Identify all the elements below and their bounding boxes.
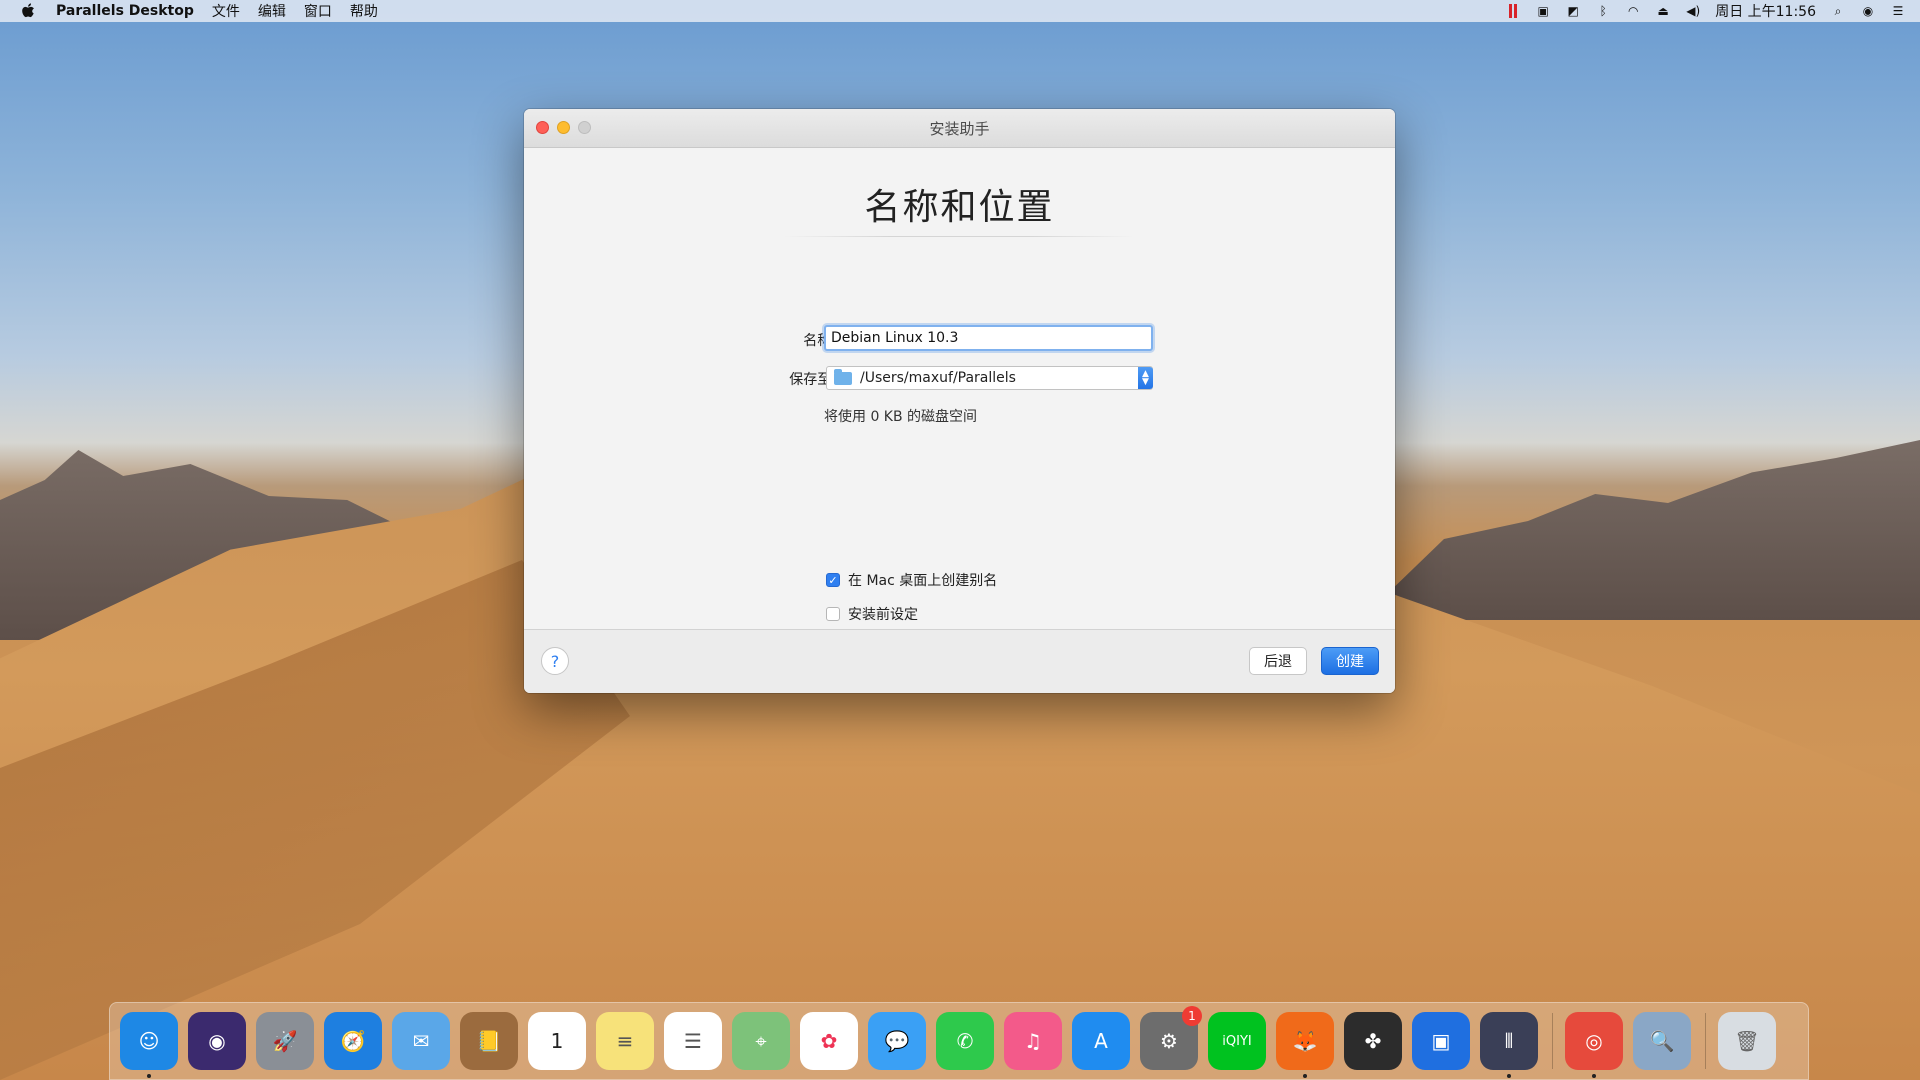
create-alias-option[interactable]: ✓ 在 Mac 桌面上创建别名: [826, 570, 997, 590]
wifi-icon[interactable]: ◠: [1625, 4, 1641, 18]
clover-icon[interactable]: ✤: [1344, 1012, 1402, 1070]
window-titlebar[interactable]: 安装助手: [524, 109, 1395, 148]
menu-help[interactable]: 帮助: [350, 1, 378, 21]
cast-status-icon[interactable]: ▣: [1535, 4, 1551, 18]
preview-icon[interactable]: 🔍: [1633, 1012, 1691, 1070]
page-heading: 名称和位置: [864, 187, 1055, 228]
running-indicator: [147, 1074, 151, 1078]
save-location-select[interactable]: /Users/maxuf/Parallels ▲ ▼: [826, 366, 1153, 390]
notes-icon[interactable]: ≡: [596, 1012, 654, 1070]
vm-name-input[interactable]: [824, 325, 1153, 351]
messages-icon[interactable]: 💬: [868, 1012, 926, 1070]
siri-menu-icon[interactable]: ◉: [1860, 4, 1876, 18]
window-footer: ? 后退 创建: [524, 629, 1395, 693]
save-to-label: 保存至:: [789, 372, 836, 388]
customize-before-install-label[interactable]: 安装前设定: [848, 604, 918, 624]
create-alias-checkbox[interactable]: ✓: [826, 573, 840, 587]
menu-bar: Parallels Desktop 文件 编辑 窗口 帮助 ▣ ◩ ᛒ ◠ ⏏ …: [0, 0, 1920, 22]
customize-before-install-checkbox[interactable]: [826, 607, 840, 621]
dock-separator: [1705, 1013, 1706, 1069]
app-store-icon[interactable]: A: [1072, 1012, 1130, 1070]
calendar-icon[interactable]: 1: [528, 1012, 586, 1070]
itunes-icon[interactable]: ♫: [1004, 1012, 1062, 1070]
disk-usage-text: 将使用 0 KB 的磁盘空间: [824, 409, 978, 425]
menu-file[interactable]: 文件: [212, 1, 240, 21]
heading-divider: [784, 236, 1134, 237]
siri-icon[interactable]: ◉: [188, 1012, 246, 1070]
close-button[interactable]: [536, 121, 549, 134]
reminders-icon[interactable]: ☰: [664, 1012, 722, 1070]
menu-clock[interactable]: 周日 上午11:56: [1715, 1, 1816, 21]
firefox-icon[interactable]: 🦊: [1276, 1012, 1334, 1078]
apple-menu-icon[interactable]: [20, 3, 36, 19]
maps-icon[interactable]: ⌖: [732, 1012, 790, 1070]
photos-icon[interactable]: ✿: [800, 1012, 858, 1070]
chrome-icon[interactable]: ◎: [1565, 1012, 1623, 1078]
help-button[interactable]: ?: [541, 647, 569, 675]
customize-before-install-option[interactable]: 安装前设定: [826, 604, 918, 624]
menu-edit[interactable]: 编辑: [258, 1, 286, 21]
name-label: 名称:: [803, 333, 836, 349]
trash-icon[interactable]: 🗑: [1718, 1012, 1776, 1070]
create-alias-label[interactable]: 在 Mac 桌面上创建别名: [848, 570, 997, 590]
dock: ☺ ◉ 🚀 🧭 ✉ 📒 1 ≡ ☰ ⌖ ✿ 💬 ✆ ♫ A ⚙ 1 iQIYI 🦊 ✤ ▣ ⫴ ◎ 🔍 🗑: [109, 1002, 1809, 1080]
window-content: 名称和位置 名称: 保存至: /Users/maxuf/Parallels ▲▼…: [524, 148, 1395, 628]
chevron-updown-icon[interactable]: ▲ ▼: [1138, 367, 1153, 389]
finder-icon[interactable]: ☺: [120, 1012, 178, 1078]
running-indicator: [1507, 1074, 1511, 1078]
launchpad-icon[interactable]: 🚀: [256, 1012, 314, 1070]
facetime-icon[interactable]: ✆: [936, 1012, 994, 1070]
parallels-status-icon[interactable]: [1505, 4, 1521, 18]
iqiyi-icon[interactable]: iQIYI: [1208, 1012, 1266, 1070]
window-title: 安装助手: [929, 119, 990, 138]
back-button[interactable]: 后退: [1249, 647, 1307, 675]
mail-icon[interactable]: ✉: [392, 1012, 450, 1070]
system-preferences-icon[interactable]: ⚙ 1: [1140, 1006, 1202, 1070]
vmware-icon[interactable]: ▣: [1412, 1012, 1470, 1070]
save-location-value: /Users/maxuf/Parallels: [860, 370, 1016, 386]
menu-app-name[interactable]: Parallels Desktop: [56, 3, 194, 19]
spotlight-search-icon[interactable]: ⌕: [1830, 4, 1846, 18]
minimize-button[interactable]: [557, 121, 570, 134]
install-assistant-window: 安装助手 名称和位置 名称: 保存至: /Users/maxuf/Paralle…: [524, 109, 1395, 693]
contacts-icon[interactable]: 📒: [460, 1012, 518, 1070]
activity-status-icon[interactable]: ◩: [1565, 4, 1581, 18]
volume-icon[interactable]: ◀): [1685, 4, 1701, 18]
create-button[interactable]: 创建: [1321, 647, 1379, 675]
zoom-button[interactable]: [578, 121, 591, 134]
parallels-icon[interactable]: ⫴: [1480, 1012, 1538, 1078]
desktop-mountain-right: [1360, 440, 1920, 620]
dock-separator: [1552, 1013, 1553, 1069]
bluetooth-icon[interactable]: ᛒ: [1595, 4, 1611, 18]
notification-center-icon[interactable]: ☰: [1890, 4, 1906, 18]
notification-badge: 1: [1182, 1006, 1202, 1026]
running-indicator: [1303, 1074, 1307, 1078]
folder-icon: [834, 368, 852, 385]
eject-icon[interactable]: ⏏: [1655, 4, 1671, 18]
safari-icon[interactable]: 🧭: [324, 1012, 382, 1070]
running-indicator: [1592, 1074, 1596, 1078]
menu-window[interactable]: 窗口: [304, 1, 332, 21]
